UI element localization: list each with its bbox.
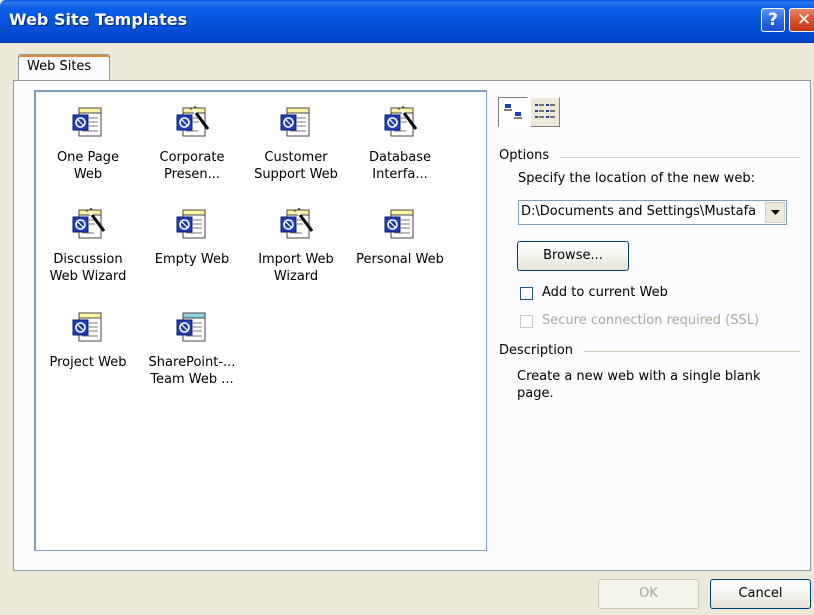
template-label: Project Web (49, 355, 127, 370)
cancel-label: Cancel (738, 586, 783, 601)
help-icon: ? (768, 10, 778, 30)
template-item-empty-web[interactable]: Empty Web (142, 207, 242, 268)
wizard-web-icon (72, 208, 106, 239)
close-button[interactable]: ✕ (789, 8, 814, 32)
add-to-current-web-label: Add to current Web (542, 285, 668, 300)
template-label: Web Wizard (49, 269, 127, 284)
options-divider (560, 157, 800, 158)
template-item-one-page-web[interactable]: One Page Web (38, 105, 138, 183)
chevron-down-icon (770, 209, 780, 215)
template-label: Discussion (53, 252, 123, 267)
template-label: Interfa... (372, 167, 428, 182)
template-label: Team Web ... (150, 372, 234, 387)
template-item-corporate-presence[interactable]: Corporate Presen... (142, 105, 242, 183)
wizard-web-icon (176, 106, 210, 137)
web-page-icon (280, 107, 310, 137)
template-item-sharepoint-team-web[interactable]: SharePoint-... Team Web ... (142, 310, 242, 388)
large-icons-view-button[interactable] (498, 97, 528, 127)
template-item-personal-web[interactable]: Personal Web (350, 207, 450, 268)
template-label: Import Web (258, 252, 334, 267)
add-to-current-web-checkbox[interactable] (520, 287, 533, 300)
browse-button[interactable]: Browse... (517, 241, 629, 271)
list-view-icon (535, 104, 555, 118)
dropdown-button[interactable] (765, 202, 785, 223)
template-label: Database (368, 150, 432, 165)
template-list[interactable]: One Page Web Corporate Presen... Custome… (34, 90, 487, 551)
template-item-discussion-web-wizard[interactable]: Discussion Web Wizard (38, 207, 138, 285)
template-item-import-web-wizard[interactable]: Import Web Wizard (246, 207, 346, 285)
template-label: Wizard (273, 269, 319, 284)
location-combobox[interactable]: D:\Documents and Settings\Mustafa (518, 200, 787, 225)
template-label: Support Web (254, 167, 338, 182)
location-label: Specify the location of the new web: (518, 171, 756, 186)
template-label: One Page (56, 150, 120, 165)
title-bar: Web Site Templates ? ✕ (0, 0, 814, 43)
ssl-label: Secure connection required (SSL) (542, 313, 760, 328)
description-divider (584, 351, 800, 352)
ok-label: OK (639, 586, 658, 601)
help-button[interactable]: ? (761, 8, 785, 32)
template-label: Corporate (159, 150, 225, 165)
web-page-icon (384, 209, 414, 239)
web-page-icon (72, 312, 102, 342)
template-label: SharePoint-... (148, 355, 236, 370)
template-label: Customer (264, 150, 328, 165)
close-icon: ✕ (796, 10, 812, 30)
window-title: Web Site Templates (9, 10, 188, 29)
description-text-line2: page. (517, 386, 554, 401)
template-item-customer-support-web[interactable]: Customer Support Web (246, 105, 346, 183)
tab-web-sites[interactable]: Web Sites (18, 54, 110, 80)
template-label: Presen... (163, 167, 221, 182)
sharepoint-web-icon (176, 312, 206, 342)
ok-button[interactable]: OK (598, 579, 699, 609)
options-heading: Options (499, 148, 550, 163)
wizard-web-icon (280, 208, 314, 239)
ssl-checkbox[interactable] (520, 315, 533, 328)
list-view-button[interactable] (530, 97, 560, 127)
template-label: Personal Web (356, 252, 444, 267)
description-text-line1: Create a new web with a single blank (517, 369, 761, 384)
cancel-button[interactable]: Cancel (710, 579, 811, 609)
template-label: Empty Web (154, 252, 230, 267)
wizard-web-icon (384, 106, 418, 137)
location-value: D:\Documents and Settings\Mustafa (521, 204, 757, 219)
large-icons-view-icon (504, 104, 522, 119)
description-heading: Description (499, 343, 574, 358)
template-item-project-web[interactable]: Project Web (38, 310, 138, 371)
template-label: Web (73, 167, 103, 182)
browse-label: Browse... (543, 248, 603, 263)
tab-label: Web Sites (27, 59, 92, 74)
template-item-database-interface[interactable]: Database Interfa... (350, 105, 450, 183)
web-page-icon (72, 107, 102, 137)
web-page-icon (176, 209, 206, 239)
